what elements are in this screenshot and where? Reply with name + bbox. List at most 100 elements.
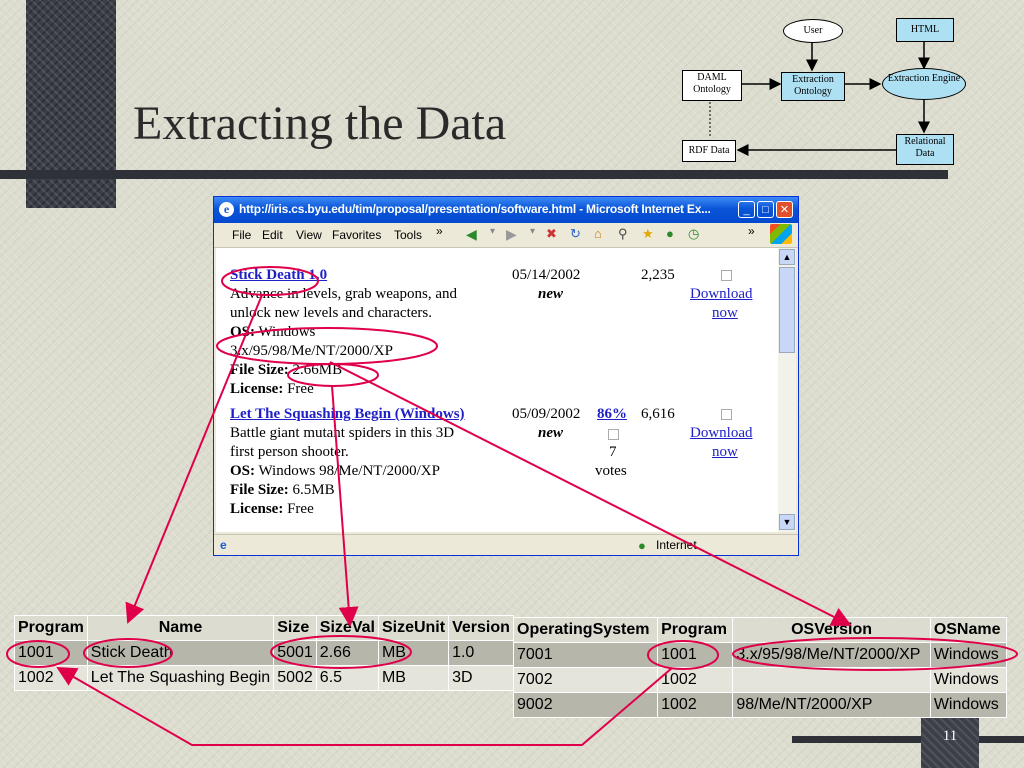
table-cell: 9002	[512, 692, 659, 718]
menu-edit[interactable]: Edit	[262, 228, 283, 242]
menu-favorites[interactable]: Favorites	[332, 228, 381, 242]
program-link-stick-death[interactable]: Stick Death 1.0	[230, 266, 327, 285]
license-label: License:	[230, 381, 284, 397]
table-cell: MB	[377, 640, 450, 666]
new-badge: new	[538, 286, 564, 302]
description-line: unlock new levels and characters.	[230, 305, 432, 321]
footer-rule	[792, 736, 1024, 743]
download-now-link[interactable]: Download	[690, 424, 753, 443]
table-header: OSVersion	[732, 617, 931, 643]
table-cell: 1.0	[448, 640, 514, 666]
table-cell: Windows	[929, 692, 1008, 718]
favorites-star-icon[interactable]: ★	[642, 226, 654, 242]
back-icon[interactable]: ◀	[466, 226, 477, 243]
os-versions: 3.x/95/98/Me/NT/2000/XP	[230, 343, 393, 359]
license-value: Free	[287, 381, 314, 397]
file-size-value: 6.5MB	[292, 482, 335, 498]
forward-icon[interactable]: ▶	[506, 226, 517, 243]
relational-data-node: Relational Data	[896, 134, 954, 165]
menu-file[interactable]: File	[232, 228, 251, 242]
table-cell: 6.5	[315, 665, 379, 691]
checkbox[interactable]	[721, 409, 732, 420]
table-row: 1001 Stick Death 5001 2.66 MB 1.0	[14, 640, 514, 666]
user-node: User	[783, 19, 843, 43]
table-cell: MB	[377, 665, 450, 691]
table-cell: 1001	[657, 642, 734, 668]
table-cell: 5002	[273, 665, 317, 691]
download-now-link[interactable]: now	[712, 304, 738, 323]
license-value: Free	[287, 501, 314, 517]
table-cell: 1002	[14, 665, 88, 691]
scroll-up-icon[interactable]: ▲	[779, 249, 795, 265]
checkbox[interactable]	[721, 270, 732, 281]
table-header: Program	[14, 615, 88, 641]
release-date: 05/14/2002	[512, 267, 581, 283]
toolbar-overflow-chevron-icon[interactable]: »	[748, 224, 755, 238]
vertical-scrollbar[interactable]: ▲ ▼	[778, 248, 796, 532]
rdf-data-node: RDF Data	[682, 140, 736, 162]
page-number: 11	[942, 728, 958, 744]
download-now-link[interactable]: now	[712, 443, 738, 462]
menu-view[interactable]: View	[296, 228, 322, 242]
os-table: OperatingSystem Program OSVersion OSName…	[512, 617, 1008, 718]
diagram-connectors	[709, 40, 930, 156]
media-icon[interactable]: ●	[666, 226, 674, 241]
table-cell: 7002	[512, 667, 659, 693]
votes-count: 7	[609, 444, 617, 460]
license-label: License:	[230, 501, 284, 517]
maximize-button[interactable]: □	[757, 201, 774, 218]
description-line: Advance in levels, grab weapons, and	[230, 286, 458, 302]
table-cell: 3D	[448, 665, 514, 691]
table-row: 7001 1001 3.x/95/98/Me/NT/2000/XP Window…	[512, 642, 1008, 668]
download-count: 2,235	[641, 267, 675, 283]
scroll-down-icon[interactable]: ▼	[779, 514, 795, 530]
scroll-thumb[interactable]	[779, 267, 795, 353]
os-value: Windows 98/Me/NT/2000/XP	[258, 463, 440, 479]
stop-icon[interactable]: ✖	[546, 226, 557, 242]
table-header: Size	[273, 615, 317, 641]
search-icon[interactable]: ⚲	[618, 226, 628, 242]
table-cell: 1002	[657, 667, 734, 693]
table-cell: 2.66	[315, 640, 379, 666]
daml-ontology-node: DAML Ontology	[682, 70, 742, 101]
menu-overflow-chevron-icon[interactable]: »	[436, 224, 443, 238]
new-badge: new	[538, 425, 564, 441]
home-icon[interactable]: ⌂	[594, 226, 602, 241]
page-content: Stick Death 1.0 Advance in levels, grab …	[216, 248, 778, 532]
table-row: 1002 Let The Squashing Begin 5002 6.5 MB…	[14, 665, 514, 691]
table-cell: 1001	[14, 640, 88, 666]
history-icon[interactable]: ◷	[688, 226, 699, 242]
os-label: OS:	[230, 324, 256, 340]
rating-checkbox[interactable]	[608, 429, 619, 440]
description-line: Battle giant mutant spiders in this 3D	[230, 425, 455, 441]
table-cell: 98/Me/NT/2000/XP	[732, 692, 931, 718]
extraction-ontology-node: Extraction Ontology	[781, 72, 845, 101]
page-icon: e	[220, 538, 227, 552]
forward-dropdown-icon[interactable]: ▾	[530, 226, 535, 237]
table-cell: Windows	[929, 667, 1008, 693]
ie-icon: e	[219, 202, 234, 217]
table-cell: Let The Squashing Begin	[86, 665, 275, 691]
table-header: Name	[86, 615, 275, 641]
program-table: Program Name Size SizeVal SizeUnit Versi…	[14, 615, 514, 691]
file-size-value: 2.66MB	[292, 362, 343, 378]
menu-tools[interactable]: Tools	[394, 228, 422, 242]
table-header: SizeVal	[315, 615, 379, 641]
votes-label: votes	[595, 463, 627, 479]
table-header: SizeUnit	[377, 615, 450, 641]
menu-bar: File Edit View Favorites Tools » ◀ ▾ ▶ ▾…	[214, 223, 798, 248]
refresh-icon[interactable]: ↻	[570, 226, 581, 242]
status-bar: e ● Internet	[214, 534, 798, 555]
back-dropdown-icon[interactable]: ▾	[490, 226, 495, 237]
download-now-link[interactable]: Download	[690, 285, 753, 304]
rating-link[interactable]: 86%	[597, 405, 627, 424]
table-cell: 1002	[657, 692, 734, 718]
globe-icon: ●	[638, 538, 646, 553]
file-size-label: File Size:	[230, 362, 289, 378]
program-link-squashing[interactable]: Let The Squashing Begin (Windows)	[230, 405, 465, 424]
table-row: 7002 1002 Windows	[512, 667, 1008, 693]
table-header: OperatingSystem	[512, 617, 659, 643]
table-cell: 3.x/95/98/Me/NT/2000/XP	[732, 642, 931, 668]
close-button[interactable]: ✕	[776, 201, 793, 218]
minimize-button[interactable]: _	[738, 201, 755, 218]
